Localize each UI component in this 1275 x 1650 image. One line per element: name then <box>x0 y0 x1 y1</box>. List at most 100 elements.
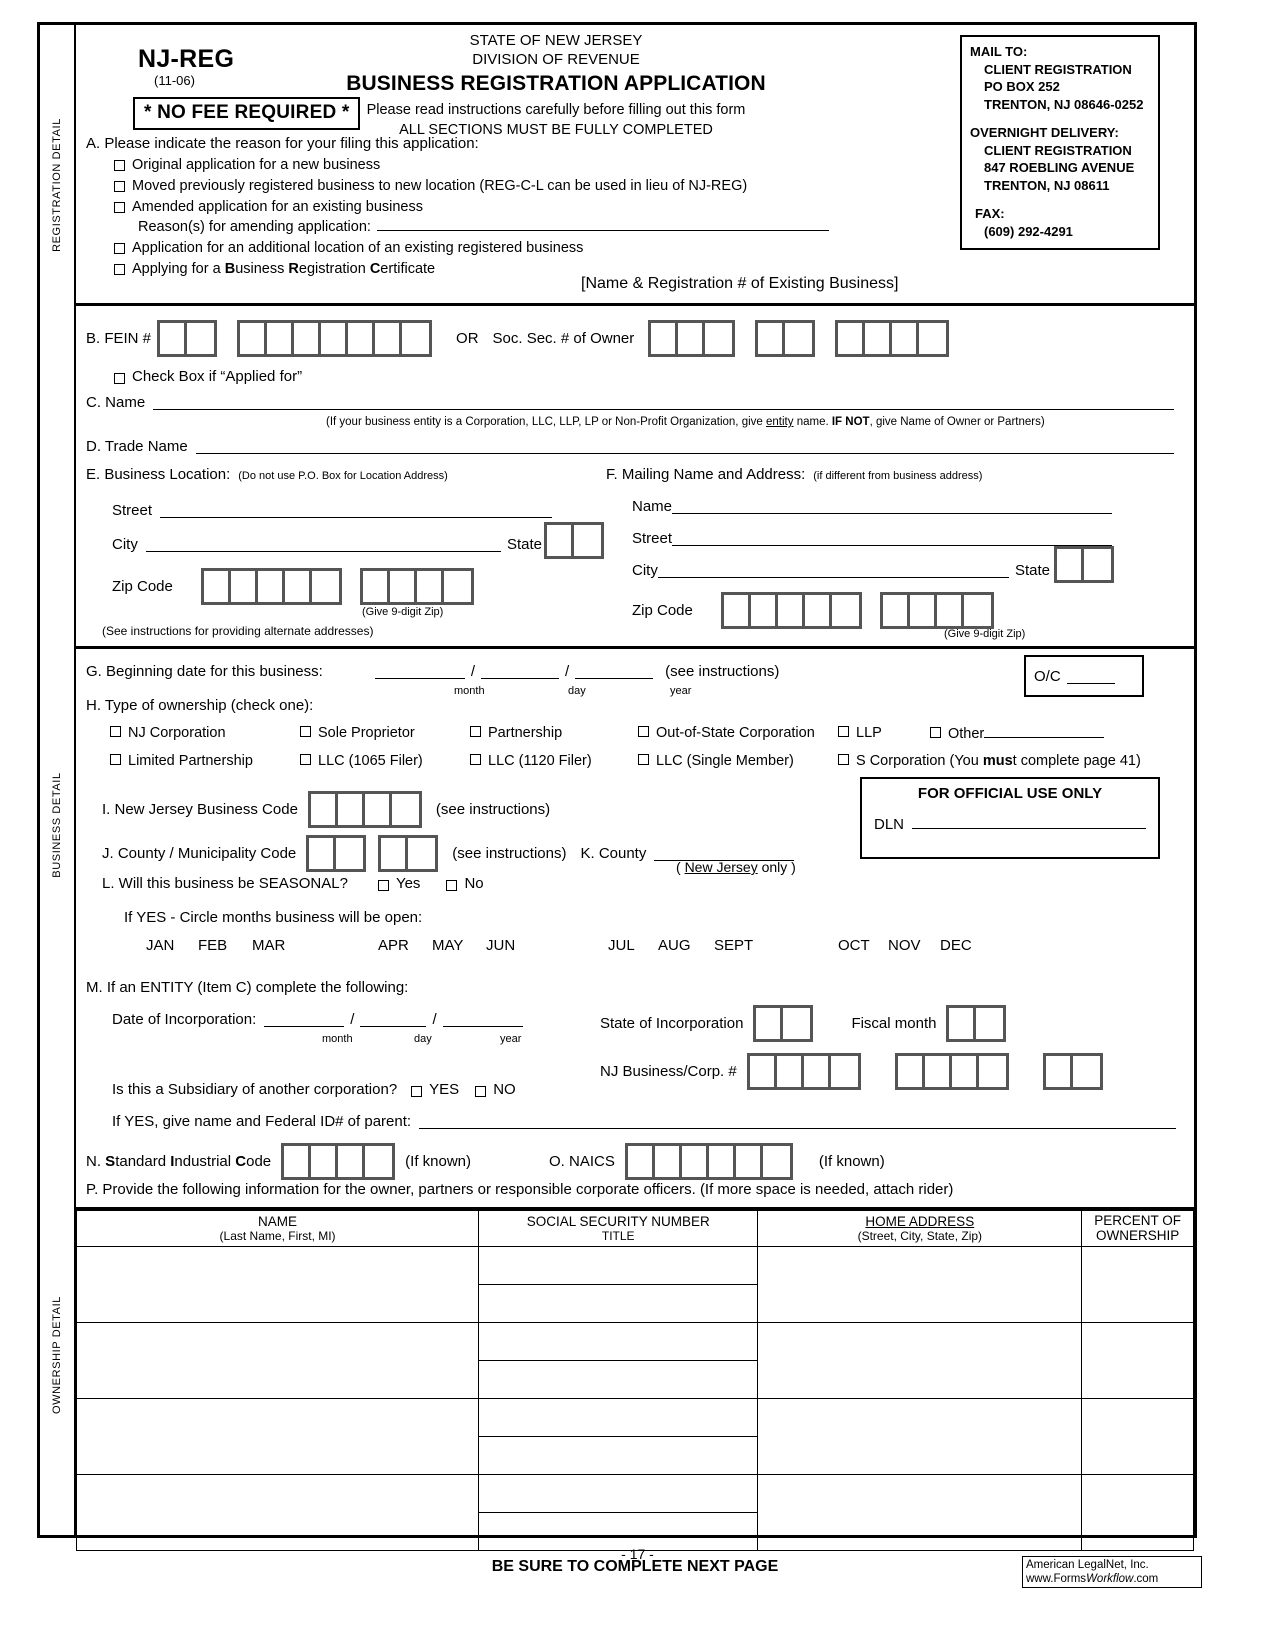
checkbox-limited-partnership-icon[interactable] <box>110 754 121 765</box>
month-jan[interactable]: JAN <box>146 937 174 954</box>
cell-ssn[interactable] <box>478 1474 759 1513</box>
other-input[interactable] <box>984 723 1105 738</box>
doi-month-input[interactable] <box>264 1012 345 1027</box>
checkbox-nj-corporation-icon[interactable] <box>110 726 121 737</box>
section-f-zip-group-2[interactable] <box>879 592 994 629</box>
fiscal-month-cells[interactable] <box>946 1005 1007 1042</box>
section-f-state-cells[interactable] <box>1054 546 1114 583</box>
county-code-cells[interactable] <box>306 835 367 872</box>
oc-input[interactable] <box>1066 669 1115 684</box>
checkbox-llc-single-member-icon[interactable] <box>638 754 649 765</box>
checkbox-subsidiary-yes[interactable]: YES <box>411 1081 459 1098</box>
table-row[interactable] <box>75 1474 1194 1551</box>
month-aug[interactable]: AUG <box>658 937 691 954</box>
table-row[interactable] <box>75 1398 1194 1475</box>
cell-name[interactable] <box>75 1322 480 1399</box>
checkbox-llp[interactable]: LLP <box>838 723 882 741</box>
checkbox-llc-1120-icon[interactable] <box>470 754 481 765</box>
cell-address[interactable] <box>757 1246 1083 1323</box>
checkbox-row-moved[interactable]: Moved previously registered business to … <box>114 178 966 194</box>
checkbox-sole-proprietor-icon[interactable] <box>300 726 311 737</box>
month-jul[interactable]: JUL <box>608 937 635 954</box>
checkbox-other[interactable]: Other <box>930 723 1105 742</box>
checkbox-row-original[interactable]: Original application for a new business <box>114 157 966 173</box>
checkbox-seasonal-yes[interactable]: Yes <box>377 875 420 892</box>
cell-address[interactable] <box>757 1398 1083 1475</box>
checkbox-s-corporation-icon[interactable] <box>838 754 849 765</box>
municipality-code-cells[interactable] <box>378 835 439 872</box>
checkbox-seasonal-no-icon[interactable] <box>446 879 458 891</box>
checkbox-additional-location-icon[interactable] <box>114 243 125 254</box>
cell-title[interactable] <box>478 1436 759 1475</box>
fein-group-2[interactable] <box>237 320 433 357</box>
checkbox-llc-1065-icon[interactable] <box>300 754 311 765</box>
checkbox-subsidiary-no-icon[interactable] <box>475 1085 487 1097</box>
checkbox-moved-icon[interactable] <box>114 181 125 192</box>
doi-day-input[interactable] <box>360 1012 427 1027</box>
checkbox-partnership[interactable]: Partnership <box>470 723 562 741</box>
section-g-year-input[interactable] <box>575 664 654 679</box>
ssn-group-2[interactable] <box>755 320 816 357</box>
section-f-city-input[interactable] <box>657 563 1009 578</box>
checkbox-brc-icon[interactable] <box>114 264 125 275</box>
checkbox-applied-for-icon[interactable] <box>114 372 125 384</box>
cell-ssn[interactable] <box>478 1398 759 1437</box>
checkbox-row-additional-location[interactable]: Application for an additional location o… <box>114 240 966 256</box>
month-feb[interactable]: FEB <box>198 937 227 954</box>
month-dec[interactable]: DEC <box>940 937 972 954</box>
section-f-zip-group-1[interactable] <box>720 592 862 629</box>
month-apr[interactable]: APR <box>378 937 409 954</box>
checkbox-subsidiary-no[interactable]: NO <box>475 1081 516 1098</box>
checkbox-seasonal-yes-icon[interactable] <box>377 879 389 891</box>
checkbox-limited-partnership[interactable]: Limited Partnership <box>110 751 253 769</box>
dln-input[interactable] <box>912 814 1146 829</box>
state-of-incorporation-cells[interactable] <box>753 1005 814 1042</box>
cell-name[interactable] <box>75 1474 480 1551</box>
section-g-day-input[interactable] <box>480 664 559 679</box>
table-row[interactable] <box>75 1246 1194 1323</box>
checkbox-seasonal-no[interactable]: No <box>446 875 484 892</box>
parent-input[interactable] <box>419 1114 1176 1129</box>
section-g-month-input[interactable] <box>374 664 465 679</box>
cell-address[interactable] <box>757 1322 1083 1399</box>
cell-name[interactable] <box>75 1398 480 1475</box>
cell-percent[interactable] <box>1081 1246 1194 1323</box>
cell-title[interactable] <box>478 1284 759 1323</box>
table-row[interactable] <box>75 1322 1194 1399</box>
checkbox-row-amended[interactable]: Amended application for an existing busi… <box>114 199 966 215</box>
month-nov[interactable]: NOV <box>888 937 921 954</box>
month-oct[interactable]: OCT <box>838 937 870 954</box>
sic-cells[interactable] <box>281 1143 396 1180</box>
section-f-street-input[interactable] <box>672 531 1112 546</box>
cell-percent[interactable] <box>1081 1322 1194 1399</box>
cell-percent[interactable] <box>1081 1398 1194 1475</box>
cell-ssn[interactable] <box>478 1322 759 1361</box>
checkbox-original-icon[interactable] <box>114 160 125 171</box>
month-mar[interactable]: MAR <box>252 937 285 954</box>
cell-title[interactable] <box>478 1360 759 1399</box>
section-d-trade-name-input[interactable] <box>195 439 1174 454</box>
checkbox-subsidiary-yes-icon[interactable] <box>411 1085 423 1097</box>
nj-corp-group-1[interactable] <box>746 1053 861 1090</box>
checkbox-sole-proprietor[interactable]: Sole Proprietor <box>300 723 415 741</box>
cell-percent[interactable] <box>1081 1474 1194 1551</box>
checkbox-out-of-state-corporation[interactable]: Out-of-State Corporation <box>638 723 815 741</box>
cell-ssn[interactable] <box>478 1246 759 1285</box>
amend-reason-input[interactable] <box>376 217 829 231</box>
section-e-street-input[interactable] <box>160 503 552 518</box>
section-c-name-input[interactable] <box>153 395 1174 410</box>
cell-address[interactable] <box>757 1474 1083 1551</box>
doi-year-input[interactable] <box>442 1012 523 1027</box>
checkbox-amended-icon[interactable] <box>114 202 125 213</box>
fein-group-1[interactable] <box>157 320 218 357</box>
checkbox-llp-icon[interactable] <box>838 726 849 737</box>
checkbox-nj-corporation[interactable]: NJ Corporation <box>110 723 226 741</box>
naics-cells[interactable] <box>624 1143 793 1180</box>
checkbox-llc-single-member[interactable]: LLC (Single Member) <box>638 751 794 769</box>
nj-corp-group-3[interactable] <box>1042 1053 1103 1090</box>
month-may[interactable]: MAY <box>432 937 463 954</box>
checkbox-llc-1120[interactable]: LLC (1120 Filer) <box>470 751 592 769</box>
checkbox-s-corporation[interactable]: S Corporation (You must complete page 41… <box>838 751 1141 769</box>
month-sept[interactable]: SEPT <box>714 937 753 954</box>
nj-business-code-cells[interactable] <box>307 791 422 828</box>
